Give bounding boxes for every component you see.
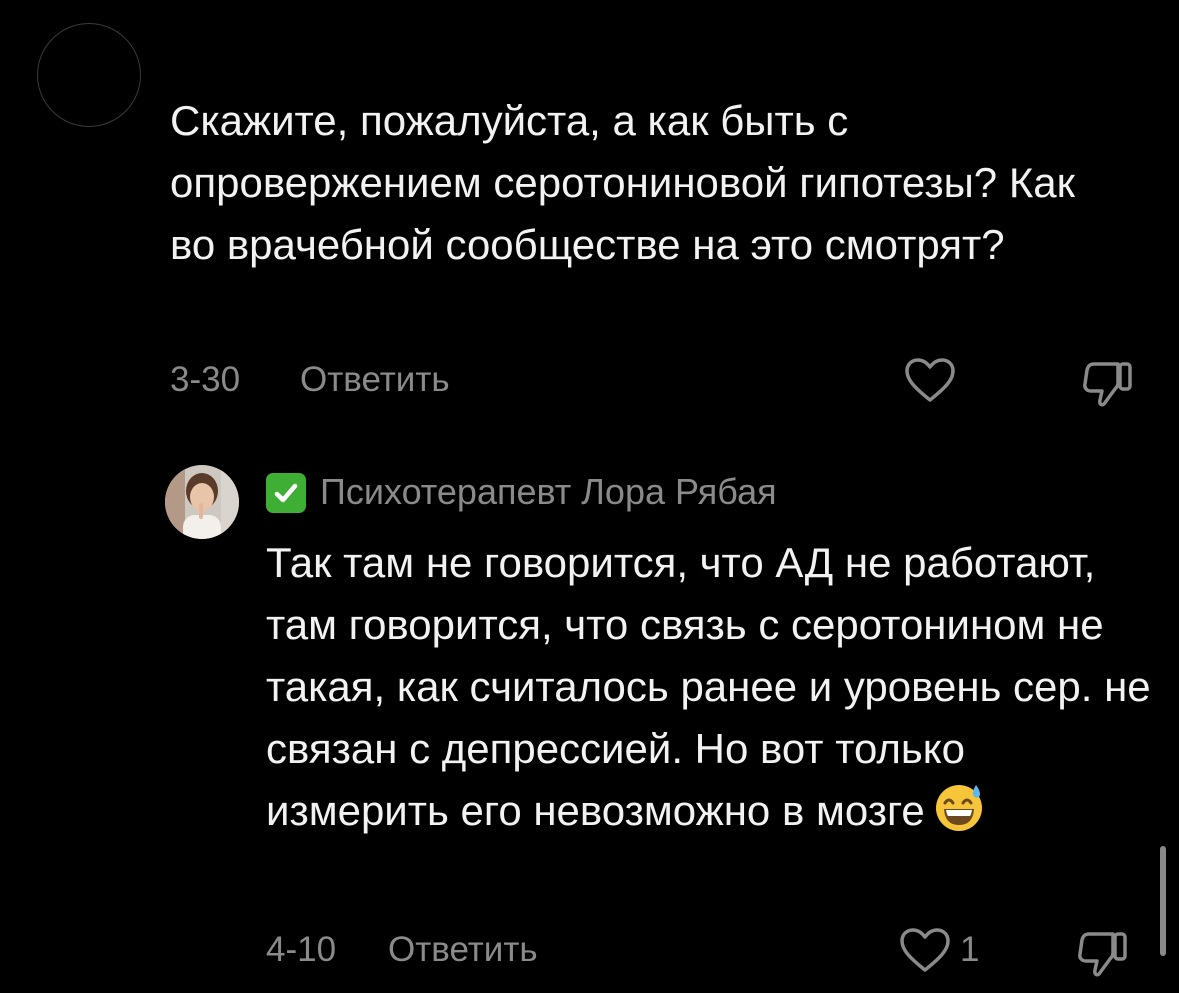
thumbs-down-icon[interactable] [1082,358,1134,408]
author-name[interactable]: Психотерапевт Лора Рябая [320,470,777,514]
reply-text-body: Так там не говорится, что АД не работают… [266,539,1151,834]
thumbs-down-icon[interactable] [1077,928,1129,978]
reply-text: Так там не говорится, что АД не работают… [266,532,1156,842]
grinning-sweat-emoji [935,785,982,831]
author-avatar[interactable] [165,465,239,539]
verified-check-icon [266,473,306,513]
commenter-avatar[interactable] [37,23,141,127]
reply-date: 4-10 [266,930,337,969]
heart-icon[interactable] [898,926,952,974]
scrollbar[interactable] [1160,846,1166,956]
like-count: 1 [960,930,980,969]
reply-button[interactable]: Ответить [300,358,450,402]
reply-button[interactable]: Ответить [388,928,538,972]
comment-date: 3-30 [170,360,241,399]
heart-icon[interactable] [903,356,957,404]
comment-text: Скажите, пожалуйста, а как быть с опрове… [170,97,1076,268]
